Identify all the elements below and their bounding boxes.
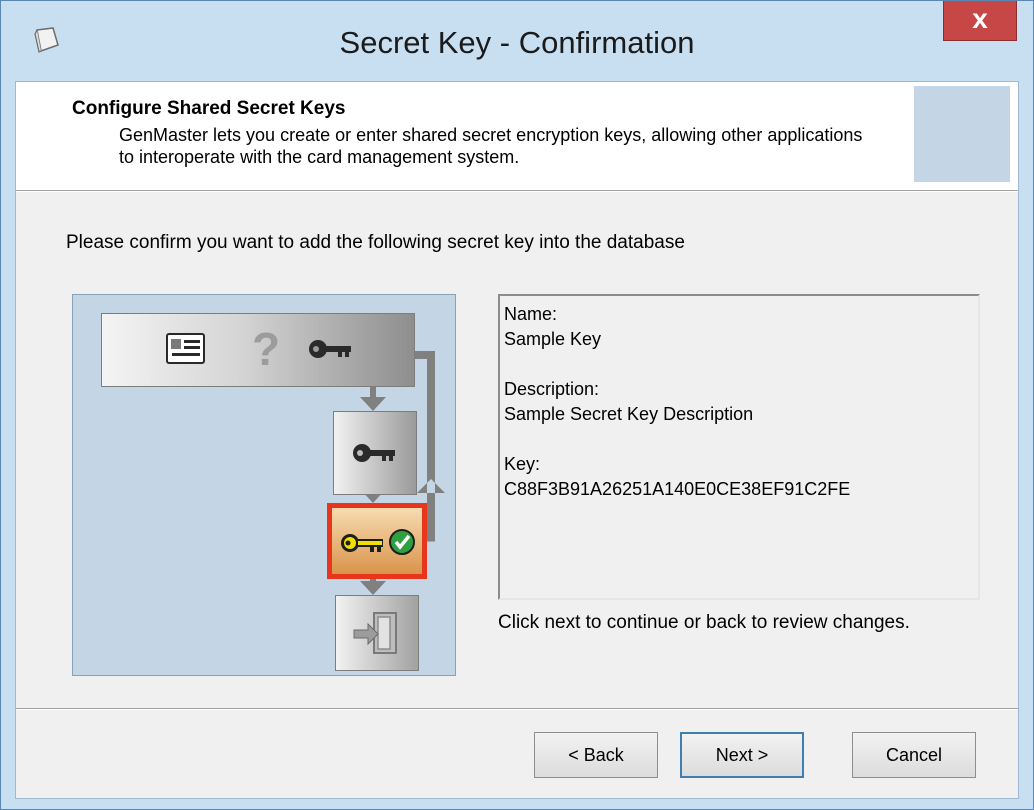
question-icon: ? bbox=[252, 323, 281, 375]
description-label: Description: bbox=[504, 379, 600, 399]
name-value: Sample Key bbox=[504, 329, 602, 349]
step-identify: ? bbox=[101, 313, 415, 387]
header-graphic bbox=[914, 86, 1010, 182]
key-label: Key: bbox=[504, 454, 541, 474]
cancel-button[interactable]: Cancel bbox=[852, 732, 976, 778]
header-divider bbox=[16, 190, 1018, 192]
key-details-box[interactable]: Name: Sample Key Description: Sample Sec… bbox=[498, 294, 980, 600]
confirm-prompt: Please confirm you want to add the follo… bbox=[66, 232, 685, 253]
header-description: GenMaster lets you create or enter share… bbox=[119, 125, 863, 167]
window-title: Secret Key - Confirmation bbox=[339, 25, 695, 60]
header-title: Configure Shared Secret Keys bbox=[72, 98, 346, 119]
wizard-steps-panel: ? bbox=[72, 294, 456, 676]
navigation-hint: Click next to continue or back to review… bbox=[498, 612, 910, 633]
step-confirm-active bbox=[327, 503, 427, 579]
exit-door-icon bbox=[353, 612, 397, 654]
title-bar[interactable]: Secret Key - Confirmation x bbox=[1, 1, 1033, 81]
name-label: Name: bbox=[504, 304, 558, 324]
close-button[interactable]: x bbox=[943, 1, 1017, 41]
footer-divider bbox=[16, 708, 1018, 710]
key-icon bbox=[341, 534, 383, 552]
key-icon bbox=[309, 340, 351, 358]
back-button[interactable]: < Back bbox=[534, 732, 658, 778]
id-card-icon bbox=[166, 333, 205, 364]
dialog-client-area: Configure Shared Secret Keys GenMaster l… bbox=[15, 81, 1019, 799]
key-value: C88F3B91A26251A140E0CE38EF91C2FE bbox=[504, 479, 851, 499]
step-finish bbox=[335, 595, 419, 671]
wizard-header: Configure Shared Secret Keys GenMaster l… bbox=[16, 82, 1018, 190]
step-key bbox=[333, 411, 417, 495]
dialog-window: Secret Key - Confirmation x Configure Sh… bbox=[0, 0, 1034, 810]
next-button[interactable]: Next > bbox=[680, 732, 804, 778]
check-icon bbox=[389, 529, 415, 555]
description-value: Sample Secret Key Description bbox=[504, 404, 754, 424]
key-icon bbox=[353, 444, 395, 462]
